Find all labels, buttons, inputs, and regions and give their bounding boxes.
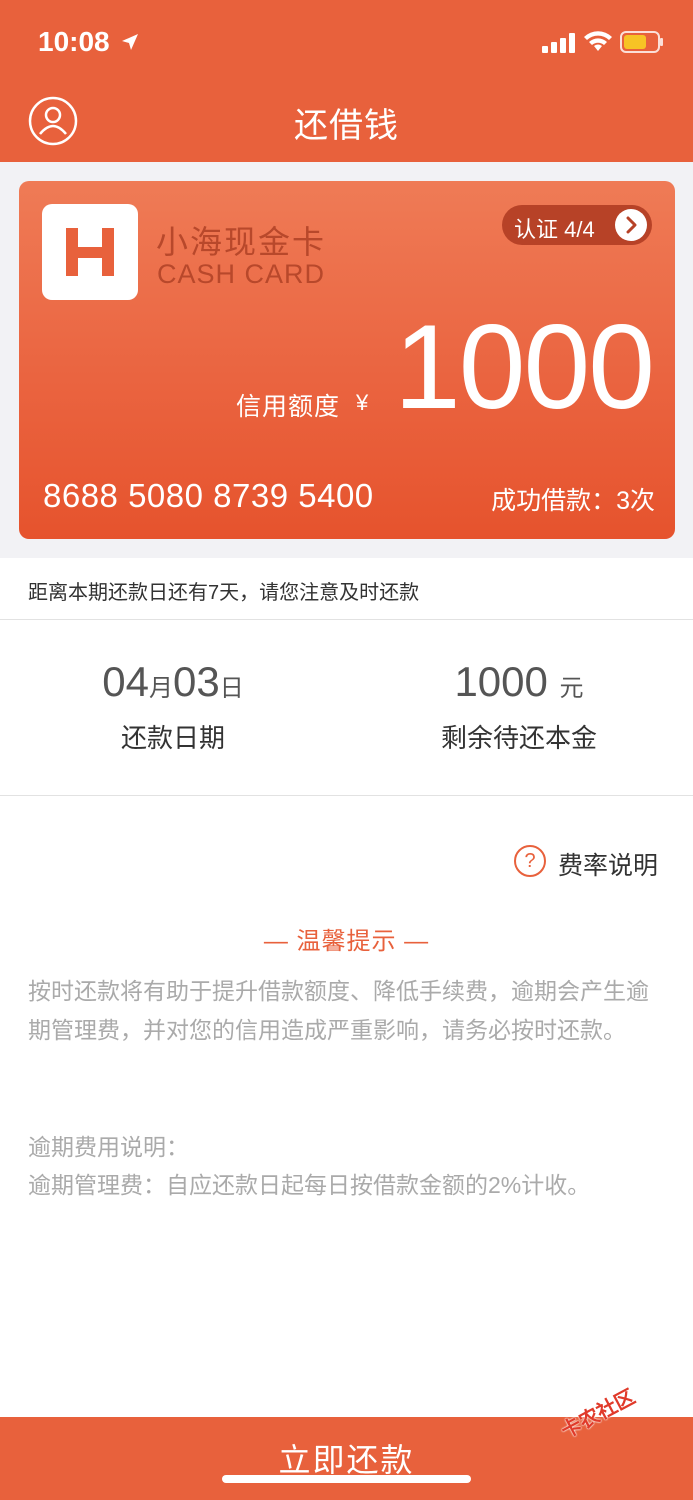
header-bar: 10:08 还借钱 (0, 0, 693, 162)
wifi-icon (584, 31, 612, 51)
tips-body: 按时还款将有助于提升借款额度、降低手续费，逾期会产生逾期管理费，并对您的信用造成… (28, 978, 649, 1043)
credit-limit-label: 信用额度 (236, 393, 341, 421)
location-arrow-icon (122, 34, 138, 50)
card-number: 8688 5080 8739 5400 (43, 477, 374, 514)
verification-label: 认证 4/4 (514, 217, 595, 242)
signal-icon (542, 33, 575, 53)
verification-badge[interactable]: 认证 4/4 (502, 205, 652, 245)
question-icon: ? (514, 845, 546, 877)
status-time: 10:08 (38, 26, 110, 57)
due-date-label: 还款日期 (120, 723, 225, 753)
home-indicator[interactable] (222, 1475, 471, 1483)
tips-title: — 温馨提示 — (263, 928, 430, 955)
chevron-right-icon (615, 209, 647, 241)
battery-icon (620, 31, 663, 53)
overdue-fee-title: 逾期费用说明： (28, 1134, 189, 1160)
watermark-text: 卡农社区 (557, 1385, 639, 1443)
overdue-fee-body: 逾期管理费：自应还款日起每日按借款金额的2%计收。 (28, 1172, 591, 1198)
repayment-info: 04月03日 还款日期 1000 元 剩余待还本金 (0, 620, 693, 796)
principal-value: 1000 元 (454, 658, 584, 705)
brand-name-cn: 小海现金卡 (156, 224, 327, 260)
successful-loans-count: 成功借款：3次 (491, 487, 655, 515)
credit-limit-amount: 1000 (394, 300, 655, 434)
notice-text: 距离本期还款日还有7天，请您注意及时还款 (28, 582, 420, 604)
h-logo-icon (66, 228, 114, 276)
brand-name-en: CASH CARD (157, 259, 326, 289)
fee-rate-label: 费率说明 (558, 852, 659, 880)
brand-logo (42, 204, 138, 300)
cash-card: 小海现金卡 CASH CARD 认证 4/4 信用额度 ¥ 1000 8688 … (19, 181, 675, 539)
currency-symbol: ¥ (356, 390, 369, 415)
principal-label: 剩余待还本金 (440, 723, 597, 753)
repayment-notice: 距离本期还款日还有7天，请您注意及时还款 (0, 558, 693, 620)
due-date-value: 04月03日 (102, 658, 244, 705)
page-title: 还借钱 (294, 107, 399, 145)
